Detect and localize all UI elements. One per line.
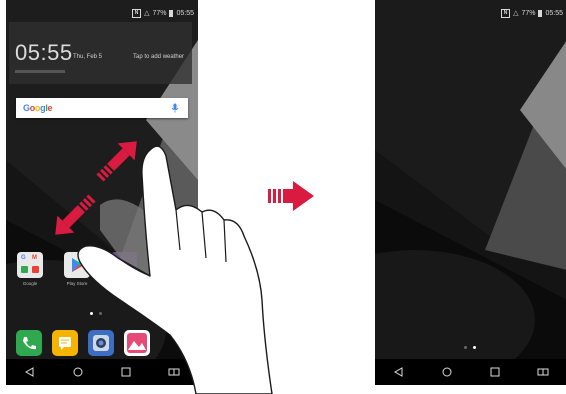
transition-arrow-icon [268,181,314,211]
app-label: Google [22,281,38,286]
messages-app-icon[interactable] [52,330,78,356]
battery-percent: 77% [521,9,536,17]
battery-icon [169,9,174,17]
play-store-icon [64,252,90,278]
dual-window-button[interactable] [534,363,552,381]
battery-percent: 77% [152,9,167,17]
clock-weather-widget[interactable]: 05:55 Thu, Feb 5 Tap to add weather [9,22,192,84]
dual-window-icon [168,368,180,376]
navigation-bar [6,359,198,385]
back-button[interactable] [21,363,39,381]
google-search-bar[interactable]: Google [16,98,188,118]
status-bar: N △ 77% 05:55 [501,8,563,18]
home-button[interactable] [69,363,87,381]
status-time: 05:55 [545,9,563,17]
home-icon [442,367,452,377]
recents-icon [121,367,131,377]
phone-screen-before: N △ 77% 05:55 05:55 Thu, Feb 5 Tap to ad… [6,0,198,385]
search-input[interactable] [46,101,156,115]
camera-app-icon[interactable] [88,330,114,356]
recents-button[interactable] [117,363,135,381]
status-bar: N △ 77% 05:55 [132,8,194,18]
app-play-store[interactable]: Play Store [62,252,92,286]
google-folder-icon: G M [17,252,43,278]
clock-date: Thu, Feb 5 [73,54,103,60]
nfc-icon: N [501,8,511,18]
status-time: 05:55 [176,9,194,17]
battery-saver-icon: △ [144,10,150,17]
home-button[interactable] [438,363,456,381]
page-dot-active [90,312,93,315]
battery-saver-icon: △ [513,10,519,17]
page-dot [464,346,467,349]
page-dot [99,312,102,315]
page-indicator [90,312,102,315]
recents-button[interactable] [486,363,504,381]
page-dot-active [473,346,476,349]
back-icon [25,367,34,377]
phone-app-icon[interactable] [16,330,42,356]
weather-prompt[interactable]: Tap to add weather [133,54,184,60]
recents-icon [490,367,500,377]
mic-icon[interactable] [170,103,180,113]
gallery-app-icon[interactable] [124,330,150,356]
navigation-bar [375,359,566,385]
clock-time: 05:55 [15,40,73,65]
page-indicator [464,346,476,349]
battery-icon [538,9,543,17]
dual-window-icon [537,368,549,376]
back-button[interactable] [390,363,408,381]
app-icon [111,252,137,278]
app-label: Play Store [66,281,88,286]
app-google-folder[interactable]: G M Google [15,252,45,286]
wallpaper [375,0,566,385]
location-line [15,70,65,73]
home-icon [73,367,83,377]
dual-window-button[interactable] [165,363,183,381]
back-icon [394,367,403,377]
app-icon [154,252,180,278]
app-folder-3[interactable] [109,252,139,278]
app-folder-4[interactable] [152,252,182,278]
nfc-icon: N [132,8,142,18]
phone-screen-after: N △ 77% 05:55 [375,0,566,385]
